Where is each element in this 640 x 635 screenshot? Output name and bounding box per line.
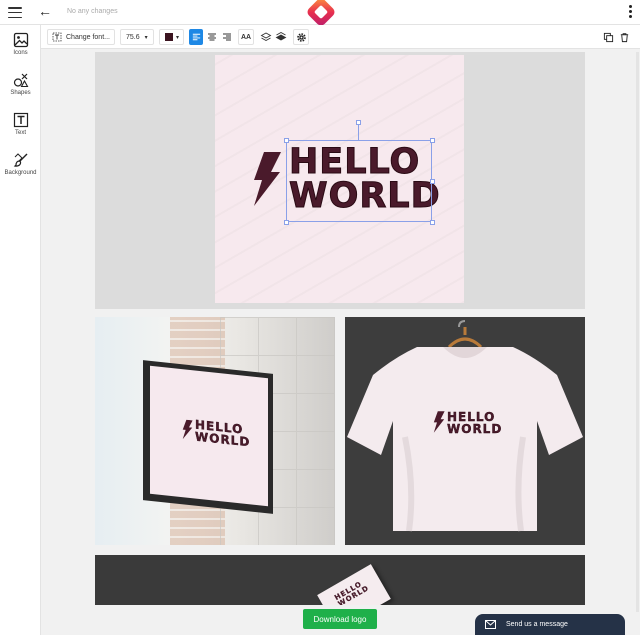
change-font-button[interactable]: Change font... [47, 29, 115, 45]
change-font-label: Change font... [66, 33, 110, 41]
sign-face: HELLO WORLD [150, 365, 268, 507]
sidebar-item-icons[interactable]: Icons [0, 32, 41, 56]
sidebar-item-label: Background [4, 170, 37, 176]
app-logo [305, 0, 337, 28]
align-right-button[interactable] [220, 29, 234, 45]
resize-handle[interactable] [430, 138, 435, 143]
kebab-icon[interactable] [629, 5, 632, 18]
chevron-down-icon: ▾ [144, 34, 148, 41]
sidebar-item-label: Shapes [10, 90, 31, 96]
settings-button[interactable] [293, 29, 309, 45]
lightning-bolt-icon [433, 411, 445, 433]
save-status: No any changes [67, 8, 118, 15]
business-card: HELLO WORLD [317, 564, 391, 605]
sidebar: Icons Shapes Text Background [0, 25, 41, 635]
resize-handle[interactable] [430, 220, 435, 225]
sidebar-item-background[interactable]: Background [0, 152, 41, 176]
duplicate-button[interactable] [602, 29, 616, 45]
align-center-icon [208, 33, 216, 41]
resize-handle[interactable] [430, 179, 435, 184]
business-card-mockup: HELLO WORLD [95, 555, 585, 605]
sign-mockup: HELLO WORLD [95, 317, 335, 545]
text-toolbar: Change font... 75.6 ▾ ▾ AA [41, 25, 640, 49]
align-right-icon [223, 33, 231, 41]
rotate-line [358, 125, 359, 140]
color-swatch [165, 33, 173, 41]
arrow-left-icon[interactable]: ← [38, 3, 52, 19]
align-center-button[interactable] [205, 29, 219, 45]
selection-box[interactable] [286, 140, 432, 222]
tshirt-mockup: HELLO WORLD [345, 317, 585, 545]
logo-artboard[interactable]: HELLO WORLD [215, 55, 464, 303]
text-color-picker[interactable]: ▾ [159, 29, 184, 45]
tshirt-text-line-2: WORLD [447, 422, 503, 436]
shapes-icon [13, 73, 28, 88]
text-case-button[interactable]: AA [238, 29, 254, 45]
layer-backward-button[interactable] [274, 29, 288, 45]
font-box-icon [52, 32, 62, 42]
font-size-select[interactable]: 75.6 ▾ [120, 29, 154, 45]
font-size-value: 75.6 [126, 33, 140, 41]
layer-forward-button[interactable] [259, 29, 273, 45]
chevron-down-icon: ▾ [176, 34, 180, 41]
sidebar-item-shapes[interactable]: Shapes [0, 72, 41, 96]
lightning-bolt-icon[interactable] [252, 152, 282, 206]
hamburger-icon[interactable] [8, 7, 22, 18]
paint-brush-icon [13, 153, 27, 167]
bring-forward-icon [260, 32, 272, 42]
lightning-bolt-icon [182, 419, 193, 440]
sidebar-item-label: Icons [13, 50, 28, 56]
sidebar-item-label: Text [14, 130, 26, 136]
send-backward-icon [275, 31, 287, 41]
chat-widget[interactable]: Send us a message [475, 614, 625, 635]
image-icon [13, 32, 28, 48]
align-left-icon [192, 33, 201, 41]
align-left-button[interactable] [189, 29, 203, 45]
resize-handle[interactable] [284, 138, 289, 143]
download-logo-button[interactable]: Download logo [303, 609, 377, 629]
text-icon [13, 112, 28, 128]
chat-label: Send us a message [506, 621, 568, 628]
scrollbar[interactable] [636, 52, 639, 612]
resize-handle[interactable] [284, 220, 289, 225]
mail-icon [485, 620, 496, 629]
trash-icon [620, 32, 629, 42]
delete-button[interactable] [618, 29, 632, 45]
top-bar: ← No any changes [0, 0, 640, 28]
sidebar-item-text[interactable]: Text [0, 112, 41, 136]
gear-icon [296, 32, 306, 42]
copy-icon [603, 32, 614, 42]
